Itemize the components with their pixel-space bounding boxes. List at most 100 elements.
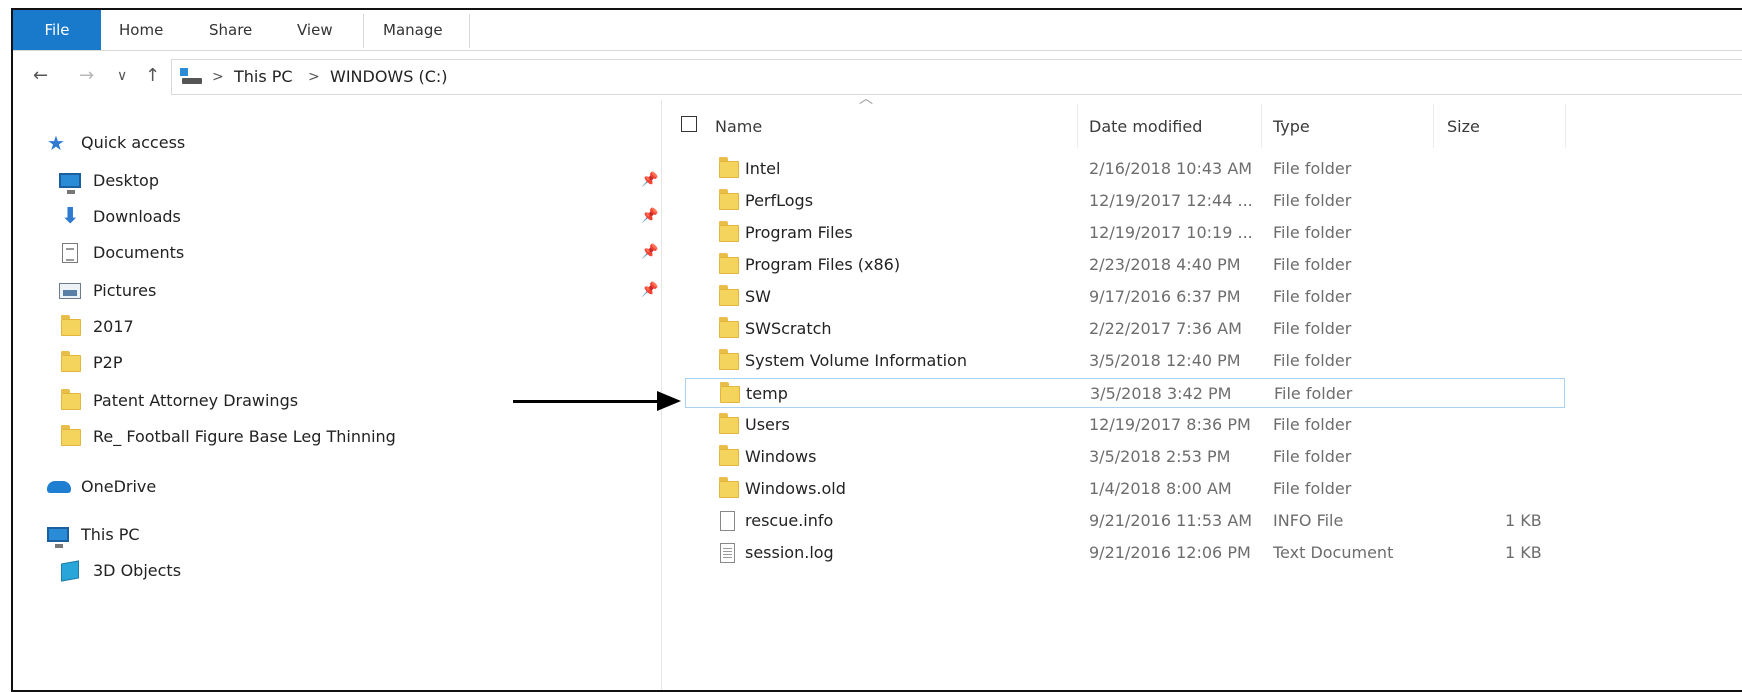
column-header-date-modified[interactable]: Date modified — [1089, 110, 1202, 144]
column-divider[interactable] — [1077, 104, 1078, 148]
file-row[interactable]: Program Files (x86) 2/23/2018 4:40 PM File… — [685, 250, 1565, 280]
breadcrumb-this-pc[interactable]: This PC — [234, 60, 293, 94]
file-row[interactable]: Windows 3/5/2018 2:53 PM File folder — [685, 442, 1565, 472]
nav-label: Downloads — [93, 207, 181, 226]
file-name: temp — [746, 384, 788, 403]
file-row[interactable]: rescue.info 9/21/2016 11:53 AM INFO File 1 … — [685, 506, 1565, 536]
file-type: File folder — [1273, 479, 1352, 498]
file-name: Program Files (x86) — [745, 255, 901, 274]
star-icon: ★ — [47, 131, 65, 155]
annotation-arrow-line — [513, 400, 661, 403]
tab-divider — [363, 14, 364, 48]
column-header-name[interactable]: Name — [715, 110, 762, 144]
nav-label: Re_ Football Figure Base Leg Thinning — [93, 427, 396, 446]
file-date-modified: 12/19/2017 10:19 ... — [1089, 223, 1253, 242]
nav-label: Desktop — [93, 171, 159, 190]
cube-icon — [59, 560, 81, 582]
address-row: ← → ∨ ↑ > This PC > WINDOWS (C:) — [13, 56, 1742, 96]
navigation-pane: ★ Quick access Desktop ⬇ Downloads Docum… — [13, 106, 661, 686]
file-type: File folder — [1273, 223, 1352, 242]
pictures-icon — [59, 280, 81, 302]
file-row[interactable]: SW 9/17/2016 6:37 PM File folder — [685, 282, 1565, 312]
nav-label: 3D Objects — [93, 561, 182, 580]
file-name: System Volume Information — [745, 351, 967, 370]
tab-home[interactable]: Home — [119, 10, 163, 50]
file-row[interactable]: Users 12/19/2017 8:36 PM File folder — [685, 410, 1565, 440]
tab-view[interactable]: View — [297, 10, 333, 50]
file-type: File folder — [1273, 319, 1352, 338]
file-name: Intel — [745, 159, 781, 178]
cloud-icon — [47, 476, 71, 498]
file-row[interactable]: SWScratch 2/22/2017 7:36 AM File folder — [685, 314, 1565, 344]
folder-icon — [717, 253, 739, 276]
file-date-modified: 12/19/2017 12:44 ... — [1089, 191, 1253, 210]
forward-button[interactable]: → — [79, 56, 94, 96]
nav-label: Pictures — [93, 281, 157, 300]
column-header-size[interactable]: Size — [1447, 110, 1480, 144]
column-header-type[interactable]: Type — [1273, 110, 1310, 144]
address-bar[interactable]: > This PC > WINDOWS (C:) — [171, 59, 1742, 95]
file-date-modified: 3/5/2018 3:42 PM — [1090, 384, 1232, 403]
file-type: File folder — [1273, 287, 1352, 306]
pin-icon[interactable]: 📌 — [641, 208, 658, 224]
recent-locations-button[interactable]: ∨ — [117, 56, 127, 96]
nav-label: Documents — [93, 243, 185, 262]
file-type: File folder — [1273, 415, 1352, 434]
column-divider[interactable] — [1433, 104, 1434, 148]
folder-icon — [717, 445, 739, 468]
file-name: Windows — [745, 447, 817, 466]
folder-icon — [59, 389, 81, 412]
column-divider[interactable] — [1261, 104, 1262, 148]
desktop-icon — [59, 170, 81, 194]
drive-icon — [180, 68, 202, 84]
file-date-modified: 2/22/2017 7:36 AM — [1089, 319, 1242, 338]
breadcrumb-windows-c[interactable]: WINDOWS (C:) — [330, 60, 448, 94]
file-name: PerfLogs — [745, 191, 814, 210]
file-name: SW — [745, 287, 771, 306]
file-date-modified: 2/16/2018 10:43 AM — [1089, 159, 1253, 178]
folder-icon — [717, 285, 739, 308]
file-row[interactable]: temp 3/5/2018 3:42 PM File folder — [685, 378, 1565, 408]
sort-ascending-icon: ︿ — [859, 91, 873, 107]
file-explorer-window: File Home Share View Manage ← → ∨ ↑ > Th… — [11, 8, 1742, 692]
file-name: Users — [745, 415, 790, 434]
folder-icon — [59, 315, 81, 338]
back-button[interactable]: ← — [33, 56, 48, 96]
nav-label: Quick access — [81, 133, 186, 152]
computer-icon — [47, 524, 69, 548]
file-type: File folder — [1273, 447, 1352, 466]
file-type: File folder — [1273, 351, 1352, 370]
up-button[interactable]: ↑ — [145, 56, 160, 96]
file-row[interactable]: Intel 2/16/2018 10:43 AM File folder — [685, 154, 1565, 184]
pin-icon[interactable]: 📌 — [641, 244, 658, 260]
select-all-checkbox[interactable] — [681, 116, 697, 132]
file-row[interactable]: Program Files 12/19/2017 10:19 ... File fo… — [685, 218, 1565, 248]
file-row[interactable]: Windows.old 1/4/2018 8:00 AM File folder — [685, 474, 1565, 504]
folder-icon — [717, 349, 739, 372]
pin-icon[interactable]: 📌 — [641, 172, 658, 188]
folder-icon — [717, 221, 739, 244]
file-size: 1 KB — [1505, 511, 1542, 530]
column-divider[interactable] — [1565, 104, 1566, 148]
nav-label: P2P — [93, 353, 123, 372]
file-row[interactable]: System Volume Information 3/5/2018 12:40 … — [685, 346, 1565, 376]
tab-share[interactable]: Share — [209, 10, 252, 50]
file-type: File folder — [1273, 191, 1352, 210]
folder-icon — [718, 382, 740, 405]
file-type: INFO File — [1273, 511, 1344, 530]
nav-label: Patent Attorney Drawings — [93, 391, 299, 410]
tab-manage[interactable]: Manage — [383, 10, 443, 50]
file-date-modified: 2/23/2018 4:40 PM — [1089, 255, 1241, 274]
file-row[interactable]: session.log 9/21/2016 12:06 PM Text Docume… — [685, 538, 1565, 568]
file-name: rescue.info — [745, 511, 834, 530]
pin-icon[interactable]: 📌 — [641, 282, 658, 298]
breadcrumb-separator: > — [308, 69, 320, 85]
file-row[interactable]: PerfLogs 12/19/2017 12:44 ... File folder — [685, 186, 1565, 216]
folder-icon — [59, 351, 81, 374]
nav-label: OneDrive — [81, 477, 157, 496]
tab-divider — [469, 14, 470, 48]
breadcrumb-separator: > — [212, 69, 224, 85]
file-size: 1 KB — [1505, 543, 1542, 562]
tab-file[interactable]: File — [13, 10, 101, 50]
file-date-modified: 9/17/2016 6:37 PM — [1089, 287, 1241, 306]
